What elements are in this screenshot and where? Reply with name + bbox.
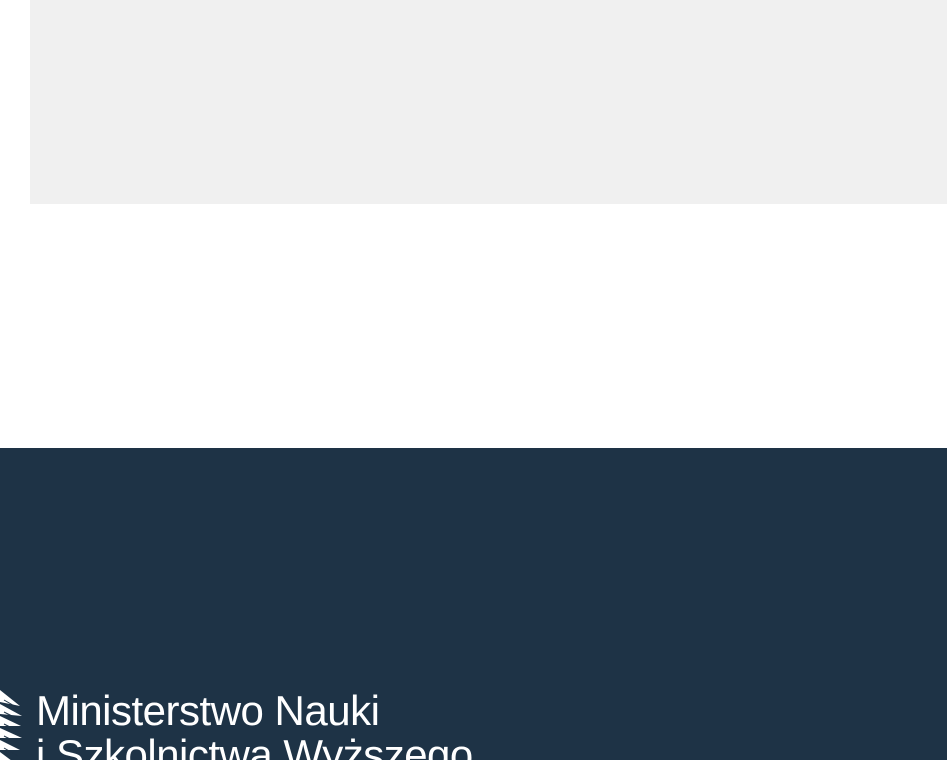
footer: Ministerstwo Nauki i Szkolnictwa Wyższeg… xyxy=(0,448,947,760)
content-placeholder xyxy=(30,0,947,204)
logo-line-1: Ministerstwo Nauki xyxy=(36,687,380,734)
eagle-emblem-icon xyxy=(0,690,22,760)
logo-line-2: i Szkolnictwa Wyższego xyxy=(36,731,473,760)
ministry-logo-text[interactable]: Ministerstwo Nauki i Szkolnictwa Wyższeg… xyxy=(36,689,473,760)
page: Ministerstwo Nauki i Szkolnictwa Wyższeg… xyxy=(0,0,947,760)
